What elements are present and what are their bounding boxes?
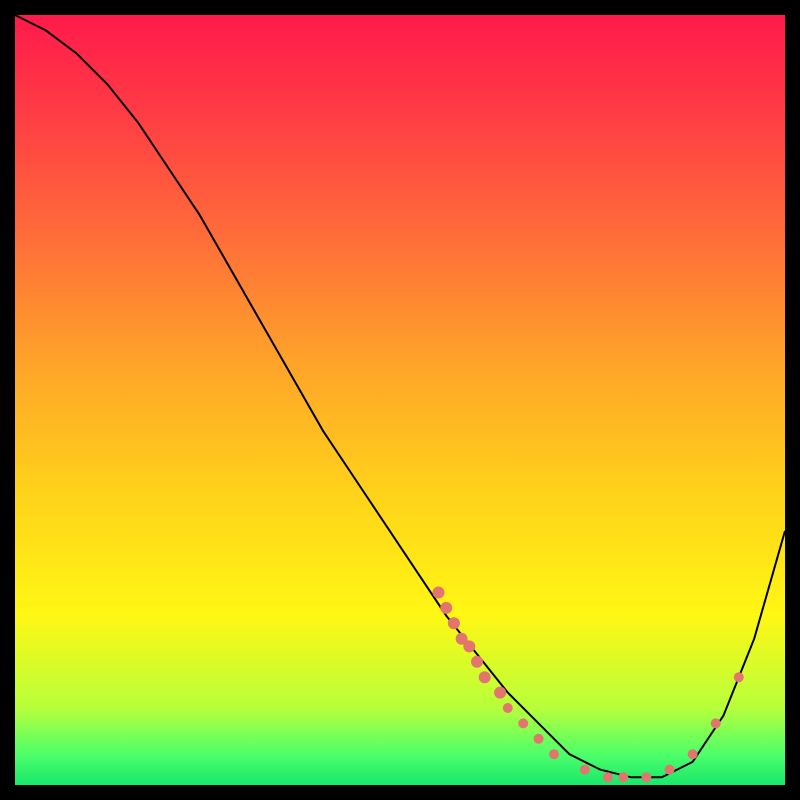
data-marker bbox=[534, 734, 544, 744]
data-marker bbox=[440, 602, 452, 614]
chart-frame: TheBottleneck.com bbox=[15, 15, 785, 785]
data-marker bbox=[518, 718, 528, 728]
data-marker bbox=[641, 772, 651, 782]
data-marker bbox=[471, 656, 483, 668]
data-marker bbox=[618, 772, 628, 782]
data-marker bbox=[494, 687, 506, 699]
data-marker bbox=[549, 749, 559, 759]
data-marker bbox=[479, 671, 491, 683]
data-marker bbox=[463, 640, 475, 652]
bottleneck-chart bbox=[15, 15, 785, 785]
data-marker bbox=[580, 765, 590, 775]
data-marker bbox=[665, 765, 675, 775]
data-marker bbox=[433, 587, 445, 599]
data-marker bbox=[734, 672, 744, 682]
data-marker bbox=[448, 617, 460, 629]
gradient-background bbox=[15, 15, 785, 785]
data-marker bbox=[603, 772, 613, 782]
data-marker bbox=[688, 749, 698, 759]
data-marker bbox=[503, 703, 513, 713]
data-marker bbox=[711, 718, 721, 728]
